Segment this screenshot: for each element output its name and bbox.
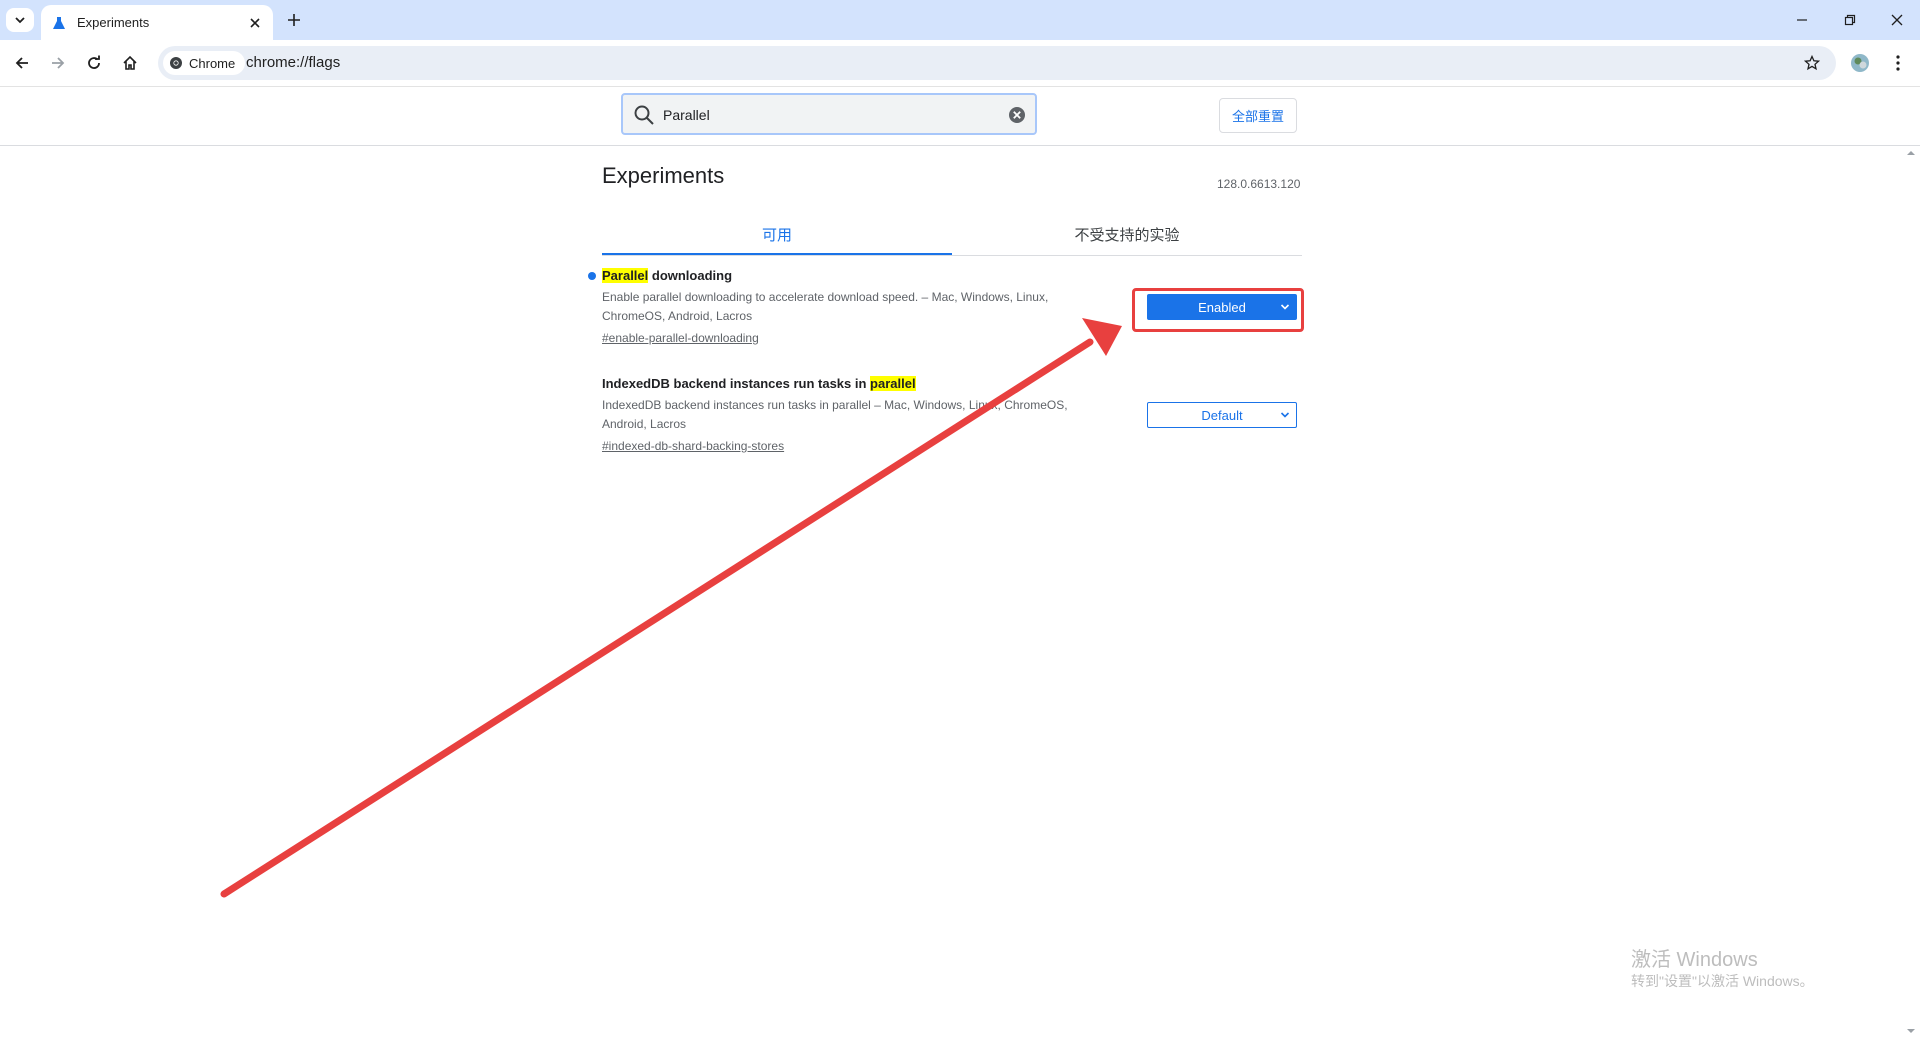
home-button[interactable] <box>114 47 146 79</box>
home-icon <box>123 55 137 70</box>
more-vert-icon <box>1896 55 1900 71</box>
search-highlight: Parallel <box>602 268 649 283</box>
menu-button[interactable] <box>1882 47 1914 79</box>
activation-watermark-title: 激活 Windows <box>1631 949 1758 971</box>
star-icon <box>1804 55 1820 71</box>
minimize-icon <box>1797 19 1807 21</box>
reload-icon <box>88 55 100 69</box>
avatar-icon <box>1851 54 1869 72</box>
chevron-down-icon <box>1280 412 1290 418</box>
flag-title-text: IndexedDB backend instances run tasks in <box>602 376 871 391</box>
version-text: 128.0.6613.120 <box>1217 177 1301 191</box>
scroll-up-icon[interactable] <box>1906 148 1916 158</box>
restore-button[interactable] <box>1827 0 1873 40</box>
browser-tab[interactable]: Experiments <box>41 5 273 40</box>
flags-search-input[interactable] <box>661 102 995 128</box>
close-tab-icon[interactable] <box>245 13 265 33</box>
chrome-logo-icon <box>170 57 182 69</box>
site-chip-label: Chrome <box>189 55 236 71</box>
tab-unavailable[interactable]: 不受支持的实验 <box>952 214 1302 254</box>
profile-button[interactable] <box>1844 47 1876 79</box>
flag-permalink[interactable]: #indexed-db-shard-backing-stores <box>602 437 784 455</box>
flag-state-select[interactable]: Default <box>1147 402 1297 428</box>
flask-icon <box>51 15 67 31</box>
annotation-arrow <box>220 318 1122 898</box>
tab-search-button[interactable] <box>6 8 34 32</box>
reload-button[interactable] <box>78 47 110 79</box>
flag-description: IndexedDB backend instances run tasks in… <box>602 398 1068 431</box>
annotation-highlight-box <box>1132 288 1304 332</box>
flag-permalink[interactable]: #enable-parallel-downloading <box>602 329 759 347</box>
address-bar[interactable]: Chrome chrome://flags <box>158 46 1836 80</box>
search-highlight: parallel <box>870 376 916 391</box>
plus-icon <box>288 14 300 26</box>
close-icon <box>1891 14 1903 26</box>
select-value: Default <box>1201 407 1243 423</box>
close-window-button[interactable] <box>1874 0 1920 40</box>
flags-search-box[interactable] <box>621 93 1037 135</box>
url-text[interactable]: chrome://flags <box>246 46 340 80</box>
scroll-down-icon[interactable] <box>1906 1026 1916 1036</box>
activation-watermark-subtitle: 转到"设置"以激活 Windows。 <box>1631 973 1814 989</box>
tab-available[interactable]: 可用 <box>602 214 952 255</box>
flag-title: Parallel downloading <box>588 267 1302 285</box>
modified-indicator <box>588 272 596 280</box>
forward-button[interactable] <box>42 47 74 79</box>
minimize-button[interactable] <box>1779 0 1825 40</box>
flag-description: Enable parallel downloading to accelerat… <box>602 290 1049 323</box>
page-title: Experiments <box>602 163 725 188</box>
chevron-down-icon <box>15 17 25 24</box>
browser-toolbar: Chrome chrome://flags <box>0 40 1920 87</box>
site-info-chip[interactable]: Chrome <box>163 51 246 75</box>
flag-title: IndexedDB backend instances run tasks in… <box>602 375 1302 393</box>
bookmark-button[interactable] <box>1796 47 1828 79</box>
flags-header: 全部重置 <box>0 87 1920 146</box>
back-arrow-icon <box>15 57 28 69</box>
tab-strip: Experiments <box>0 0 1920 40</box>
restore-icon <box>1844 14 1856 26</box>
back-button[interactable] <box>6 47 38 79</box>
clear-search-icon[interactable] <box>1007 105 1027 125</box>
tab-title: Experiments <box>77 15 150 30</box>
reset-all-button[interactable]: 全部重置 <box>1219 98 1297 133</box>
flag-title-text: downloading <box>648 268 733 283</box>
new-tab-button[interactable] <box>282 8 306 32</box>
flags-tabs: 可用 不受支持的实验 <box>602 214 1302 256</box>
search-icon <box>634 105 654 125</box>
forward-arrow-icon <box>52 57 65 69</box>
